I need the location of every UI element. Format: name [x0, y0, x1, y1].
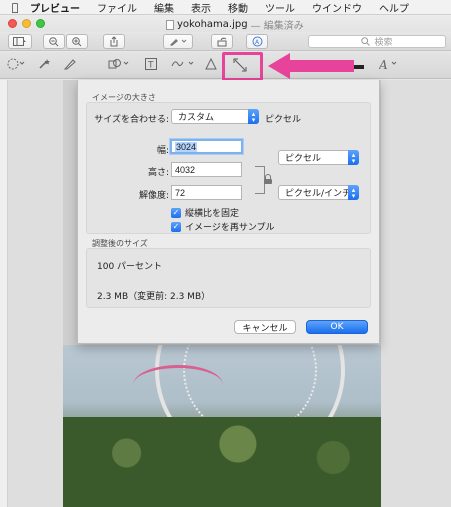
fit-into-unit-label: ピクセル — [265, 115, 302, 125]
text-style-icon[interactable]: A — [378, 58, 399, 73]
width-label: 幅: — [156, 146, 169, 156]
highlight-box-annotation — [222, 52, 263, 81]
roller-coaster-shape — [133, 365, 223, 405]
checkmark-icon: ✓ — [171, 221, 181, 232]
resolution-unit-popup[interactable]: ピクセル/インチ ▴ ▾ — [278, 185, 359, 200]
sign-icon[interactable] — [171, 58, 195, 73]
minimize-window-button[interactable] — [22, 19, 31, 28]
resolution-value: 72 — [175, 187, 186, 198]
checkmark-icon: ✓ — [171, 207, 181, 218]
search-placeholder: 検索 — [374, 38, 393, 48]
percent-text: 100 パーセント — [97, 262, 163, 272]
text-tool-icon[interactable]: T — [145, 58, 157, 73]
zoom-out-icon — [49, 36, 59, 46]
instant-alpha-icon[interactable] — [38, 58, 50, 73]
scale-proportionally-label: 縦横比を固定 — [185, 209, 240, 219]
zoom-window-button[interactable] — [36, 19, 45, 28]
width-field[interactable]: 3024 — [170, 139, 243, 154]
main-toolbar: A 検索 — [0, 32, 451, 51]
svg-text:T: T — [147, 61, 154, 71]
adjust-size-dialog: イメージの大きさ サイズを合わせる: カスタム ▴ ▾ ピクセル 幅: 3024 … — [77, 80, 380, 344]
popup-stepper-icon: ▴ ▾ — [348, 150, 359, 165]
adjust-color-icon[interactable] — [205, 57, 217, 73]
search-field[interactable]: 検索 — [308, 35, 446, 48]
sidebar-icon — [13, 37, 26, 46]
document-icon[interactable] — [166, 19, 174, 30]
menu-preview[interactable]: プレビュー — [30, 0, 80, 15]
window-controls — [8, 19, 45, 28]
resample-image-checkbox[interactable]: ✓ イメージを再サンプル — [171, 220, 275, 233]
filesize-text: 2.3 MB（変更前: 2.3 MB） — [97, 292, 211, 302]
fit-into-label: サイズを合わせる: — [94, 115, 169, 125]
sidebar-strip — [0, 80, 8, 507]
trees-shape — [63, 417, 381, 507]
height-value: 4032 — [175, 164, 196, 175]
window-title: yokohama.jpg — 編集済み — [166, 17, 304, 32]
rotate-icon — [217, 37, 226, 46]
height-field[interactable]: 4032 — [171, 162, 242, 177]
menu-help[interactable]: ヘルプ — [379, 0, 409, 15]
width-value: 3024 — [175, 141, 198, 152]
lock-icon[interactable] — [264, 174, 272, 184]
title-bar: yokohama.jpg — 編集済み — [0, 15, 451, 32]
svg-text:A: A — [379, 58, 388, 70]
popup-stepper-icon: ▴ ▾ — [248, 109, 259, 124]
unit-value: ピクセル — [285, 154, 322, 164]
menu-edit[interactable]: 編集 — [154, 0, 174, 15]
search-icon — [361, 37, 371, 46]
unit-popup[interactable]: ピクセル ▴ ▾ — [278, 150, 359, 165]
menu-bar:  プレビュー ファイル 編集 表示 移動 ツール ウインドウ ヘルプ — [0, 0, 451, 15]
markup-circle-icon: A — [252, 36, 262, 47]
share-icon — [110, 36, 118, 47]
pink-arrow-icon — [268, 53, 354, 79]
window-edited-status[interactable]: — 編集済み — [251, 17, 304, 32]
menu-window[interactable]: ウインドウ — [312, 0, 362, 15]
shapes-icon[interactable] — [108, 58, 130, 73]
share-button[interactable] — [103, 34, 125, 49]
zoom-in-button[interactable] — [66, 34, 88, 49]
pen-icon — [170, 39, 187, 46]
resolution-unit-value: ピクセル/インチ — [285, 189, 352, 199]
markup-toolbar-button[interactable]: A — [246, 34, 268, 49]
fit-into-popup[interactable]: カスタム ▴ ▾ — [171, 109, 259, 124]
zoom-in-icon — [72, 36, 82, 46]
apple-icon[interactable]:  — [0, 1, 30, 14]
zoom-out-button[interactable] — [43, 34, 65, 49]
sketch-icon[interactable] — [63, 58, 76, 73]
menu-file[interactable]: ファイル — [97, 0, 137, 15]
cancel-button[interactable]: キャンセル — [234, 320, 296, 334]
window-filename: yokohama.jpg — [177, 19, 248, 30]
selection-tool-icon[interactable] — [7, 58, 25, 73]
menu-go[interactable]: 移動 — [228, 0, 248, 15]
menu-view[interactable]: 表示 — [191, 0, 211, 15]
close-window-button[interactable] — [8, 19, 17, 28]
resulting-size-group: 100 パーセント 2.3 MB（変更前: 2.3 MB） — [86, 248, 371, 308]
document-image[interactable] — [63, 345, 381, 507]
scale-proportionally-checkbox[interactable]: ✓ 縦横比を固定 — [171, 206, 239, 219]
markup-toggle-button[interactable] — [163, 34, 193, 49]
resolution-label: 解像度: — [138, 191, 169, 201]
svg-text:A: A — [255, 39, 260, 46]
image-size-group: サイズを合わせる: カスタム ▴ ▾ ピクセル 幅: 3024 高さ: 4032 … — [86, 102, 371, 234]
sidebar-view-button[interactable] — [8, 34, 32, 49]
resolution-field[interactable]: 72 — [171, 185, 242, 200]
rotate-button[interactable] — [211, 34, 233, 49]
resample-image-label: イメージを再サンプル — [185, 223, 275, 233]
height-label: 高さ: — [147, 168, 169, 178]
menu-tools[interactable]: ツール — [265, 0, 295, 15]
fit-into-value: カスタム — [178, 113, 215, 123]
ok-button[interactable]: OK — [306, 320, 368, 334]
popup-stepper-icon: ▴ ▾ — [348, 185, 359, 200]
